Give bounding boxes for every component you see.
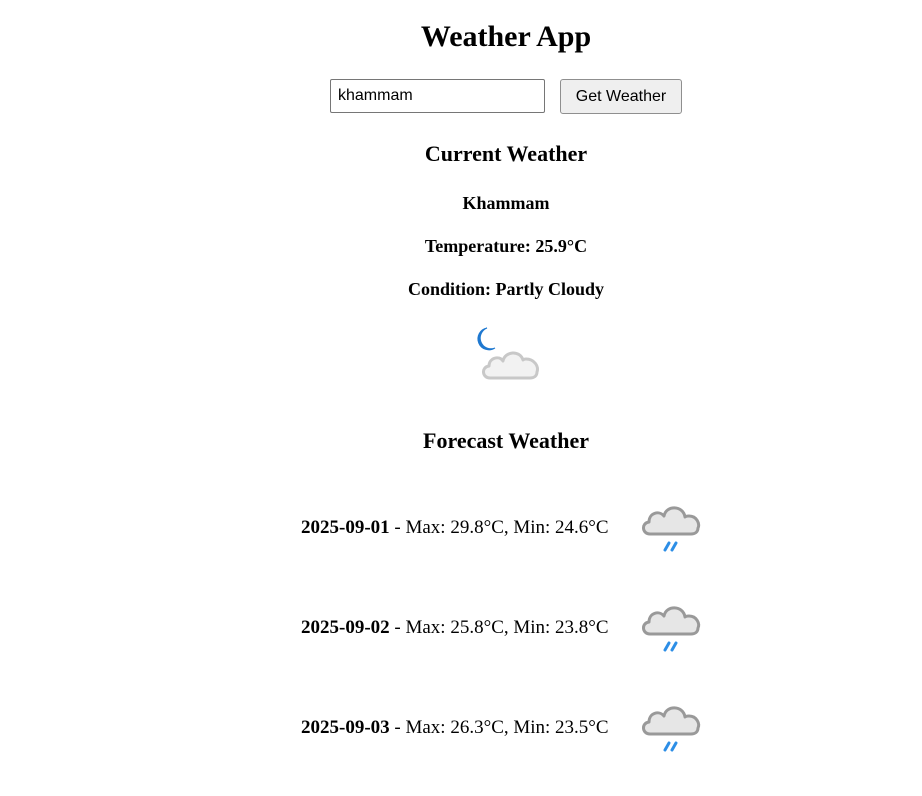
current-temperature: Temperature: 25.9°C (424, 236, 588, 256)
forecast-details: - Max: 29.8°C, Min: 24.6°C (389, 517, 609, 538)
cloud-shape (482, 351, 539, 380)
light-rain-icon (638, 497, 702, 557)
search-row: Get Weather (330, 79, 690, 115)
forecast-details: - Max: 25.8°C, Min: 23.8°C (389, 617, 609, 638)
current-condition: Condition: Partly Cloudy (407, 279, 605, 299)
forecast-date: 2025-09-03 (301, 717, 390, 738)
moon-shape (477, 327, 496, 351)
forecast-text: 2025-09-02 - Max: 25.8°C, Min: 23.8°C (301, 617, 609, 639)
forecast-details: - Max: 26.3°C, Min: 23.5°C (389, 717, 609, 738)
forecast-weather-title: Forecast Weather (423, 428, 589, 453)
forecast-text: 2025-09-03 - Max: 26.3°C, Min: 23.5°C (301, 717, 609, 739)
current-city: Khammam (462, 193, 550, 213)
forecast-item: 2025-09-03 - Max: 26.3°C, Min: 23.5°C (301, 697, 721, 761)
get-weather-button[interactable]: Get Weather (560, 79, 682, 114)
forecast-item: 2025-09-02 - Max: 25.8°C, Min: 23.8°C (301, 597, 721, 661)
forecast-text: 2025-09-01 - Max: 29.8°C, Min: 24.6°C (301, 517, 609, 539)
forecast-date: 2025-09-01 (301, 517, 390, 538)
page-title: Weather App (420, 20, 592, 53)
partly-cloudy-night-icon (474, 322, 542, 384)
forecast-date: 2025-09-02 (301, 617, 390, 638)
forecast-item: 2025-09-01 - Max: 29.8°C, Min: 24.6°C (301, 497, 721, 561)
city-input[interactable] (330, 79, 545, 113)
light-rain-icon (638, 697, 702, 757)
light-rain-icon (638, 597, 702, 657)
current-weather-title: Current Weather (424, 141, 588, 166)
